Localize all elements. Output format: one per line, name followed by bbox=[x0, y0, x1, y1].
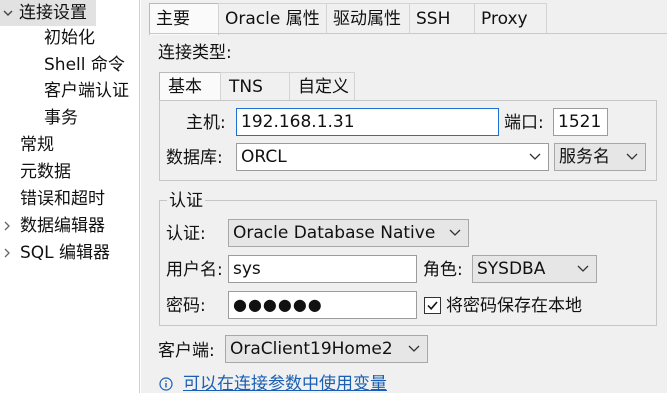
client-combo[interactable]: OraClient19Home2 bbox=[225, 335, 428, 363]
host-input[interactable]: 192.168.1.31 bbox=[236, 108, 499, 136]
nav-item-label: 错误和超时 bbox=[20, 189, 105, 209]
tab-label: 基本 bbox=[168, 77, 202, 97]
tab-divider bbox=[149, 33, 667, 34]
nav-item-label: Shell 命令 bbox=[44, 55, 125, 75]
tab-label: Proxy bbox=[481, 9, 528, 29]
connection-type-label: 连接类型: bbox=[158, 43, 232, 63]
chevron-down-icon bbox=[529, 153, 541, 161]
chevron-down-icon bbox=[449, 229, 461, 237]
password-label: 密码: bbox=[166, 296, 206, 316]
nav-item-label: 客户端认证 bbox=[44, 81, 129, 101]
auth-combo[interactable]: Oracle Database Native bbox=[228, 219, 469, 247]
tab-driver-properties[interactable]: 驱动属性 bbox=[326, 3, 410, 34]
database-value: ORCL bbox=[241, 147, 287, 167]
chevron-down-icon bbox=[408, 345, 420, 353]
nav-item-general[interactable]: 常规 bbox=[20, 132, 54, 158]
tab-label: Oracle 属性 bbox=[225, 9, 320, 29]
collapse-arrow-icon[interactable] bbox=[3, 8, 13, 18]
tab-label: 驱动属性 bbox=[333, 9, 401, 29]
nav-item-shell-commands[interactable]: Shell 命令 bbox=[44, 52, 125, 78]
client-value: OraClient19Home2 bbox=[230, 339, 393, 359]
nav-item-label: SQL 编辑器 bbox=[20, 243, 111, 263]
role-label: 角色: bbox=[423, 260, 463, 280]
database-combo[interactable]: ORCL bbox=[236, 143, 549, 171]
variables-help-link[interactable]: 可以在连接参数中使用变量 bbox=[183, 372, 387, 393]
nav-item-init[interactable]: 初始化 bbox=[44, 25, 95, 51]
checkmark-icon bbox=[427, 301, 438, 310]
host-label: 主机: bbox=[186, 113, 226, 133]
auth-value: Oracle Database Native bbox=[233, 223, 436, 243]
client-label: 客户端: bbox=[158, 341, 215, 361]
database-label: 数据库: bbox=[166, 148, 223, 168]
tab-label: 自定义 bbox=[298, 77, 349, 97]
username-input[interactable]: sys bbox=[228, 255, 417, 283]
tab-proxy[interactable]: Proxy bbox=[474, 3, 547, 34]
connection-settings-panel: 主要 Oracle 属性 驱动属性 SSH Proxy 连接类型: 基本 TNS… bbox=[141, 0, 667, 393]
auth-label: 认证: bbox=[166, 224, 206, 244]
tab-label: TNS bbox=[229, 77, 263, 97]
auth-group-title: 认证 bbox=[167, 190, 205, 212]
database-type-combo[interactable]: 服务名 bbox=[554, 143, 646, 171]
tab-ssh[interactable]: SSH bbox=[409, 3, 475, 34]
settings-nav-tree: 连接设置 初始化 Shell 命令 客户端认证 事务 常规 元数据 错误和超时 … bbox=[0, 0, 140, 393]
nav-item-label: 常规 bbox=[20, 135, 54, 155]
nav-item-data-editor[interactable]: 数据编辑器 bbox=[0, 213, 105, 239]
nav-item-label: 数据编辑器 bbox=[20, 216, 105, 236]
password-input[interactable]: ●●●●●● bbox=[228, 291, 417, 319]
tab-main[interactable]: 主要 bbox=[149, 3, 219, 35]
nav-item-errors-timeouts[interactable]: 错误和超时 bbox=[20, 186, 105, 212]
port-input[interactable]: 1521 bbox=[553, 108, 608, 136]
username-label: 用户名: bbox=[166, 260, 223, 280]
database-type-value: 服务名 bbox=[559, 147, 610, 167]
nav-item-transactions[interactable]: 事务 bbox=[44, 105, 78, 131]
expand-arrow-icon[interactable] bbox=[3, 221, 11, 231]
role-combo[interactable]: SYSDBA bbox=[472, 255, 597, 283]
save-password-checkbox[interactable] bbox=[424, 297, 441, 314]
nav-item-label: 连接设置 bbox=[19, 3, 87, 23]
nav-item-label: 事务 bbox=[44, 108, 78, 128]
nav-item-metadata[interactable]: 元数据 bbox=[20, 159, 71, 185]
expand-arrow-icon[interactable] bbox=[3, 248, 11, 258]
tab-oracle-properties[interactable]: Oracle 属性 bbox=[218, 3, 327, 34]
info-icon bbox=[159, 377, 173, 391]
chevron-down-icon bbox=[577, 265, 589, 273]
nav-item-label: 初始化 bbox=[44, 28, 95, 48]
nav-item-sql-editor[interactable]: SQL 编辑器 bbox=[0, 240, 110, 266]
role-value: SYSDBA bbox=[477, 259, 546, 279]
nav-item-client-auth[interactable]: 客户端认证 bbox=[44, 78, 129, 104]
chevron-down-icon bbox=[626, 153, 638, 161]
tab-custom[interactable]: 自定义 bbox=[289, 72, 355, 101]
tab-label: 主要 bbox=[156, 9, 190, 29]
tab-basic[interactable]: 基本 bbox=[159, 72, 221, 101]
tab-tns[interactable]: TNS bbox=[220, 72, 290, 101]
tab-label: SSH bbox=[416, 9, 451, 29]
save-password-label: 将密码保存在本地 bbox=[446, 296, 582, 316]
nav-item-label: 元数据 bbox=[20, 162, 71, 182]
port-label: 端口: bbox=[504, 113, 544, 133]
nav-item-connection-settings[interactable]: 连接设置 bbox=[0, 0, 96, 26]
